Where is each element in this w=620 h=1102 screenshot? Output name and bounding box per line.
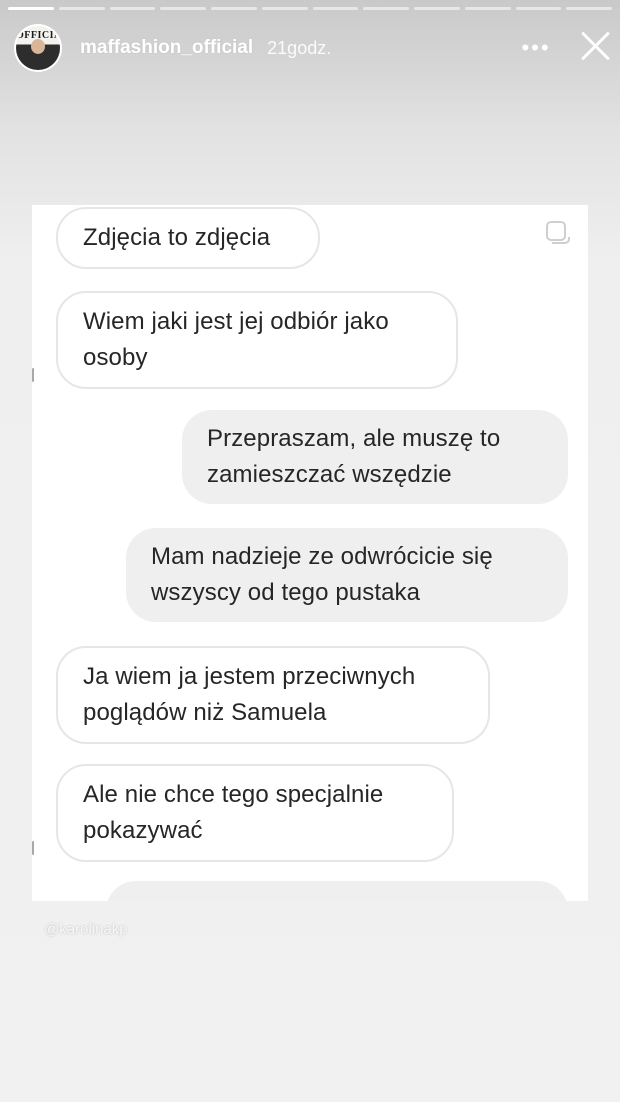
- message-bubble-received: Wiem jaki jest jej odbiór jako osoby: [56, 291, 458, 389]
- progress-segment: [211, 7, 257, 10]
- message-edge-marker: [32, 841, 35, 855]
- story-timestamp: 21godz.: [267, 37, 332, 58]
- watermark-username: @karolinakp: [44, 921, 128, 938]
- progress-segment: [566, 7, 612, 10]
- story-progress-bar: [8, 7, 612, 10]
- message-bubble-sent: [106, 881, 568, 901]
- progress-segment: [363, 7, 409, 10]
- message-bubble-received: Ale nie chce tego specjalnie pokazywać: [56, 764, 454, 862]
- avatar-image: OFFICIAL: [16, 26, 60, 70]
- close-icon[interactable]: [580, 30, 612, 62]
- message-edge-marker: [32, 368, 35, 382]
- message-bubble-sent: Przepraszam, ale muszę to zamieszczać ws…: [182, 410, 568, 504]
- progress-segment: [261, 7, 308, 10]
- username[interactable]: maffashion_official: [80, 37, 253, 59]
- avatar-face: [31, 39, 45, 54]
- message-bubble-received: Ja wiem ja jestem przeciwnych poglądów n…: [56, 646, 490, 744]
- message-bubble-sent: Mam nadzieje ze odwrócicie się wszyscy o…: [126, 528, 568, 622]
- progress-segment: [312, 7, 359, 10]
- progress-segment: [8, 7, 54, 10]
- chat-screenshot: Zdjęcia to zdjęcia Wiem jaki jest jej od…: [32, 205, 588, 901]
- progress-segment: [464, 7, 511, 10]
- more-options-icon[interactable]: •••: [519, 36, 553, 60]
- progress-segment: [414, 7, 460, 10]
- story-header: OFFICIAL maffashion_official 21godz. •••: [14, 22, 612, 74]
- progress-segment: [58, 7, 105, 10]
- copy-icon: [546, 221, 570, 244]
- progress-segment: [515, 7, 562, 10]
- progress-segment: [109, 7, 156, 10]
- avatar[interactable]: OFFICIAL: [14, 24, 62, 72]
- progress-segment: [160, 7, 206, 10]
- message-bubble-received: Zdjęcia to zdjęcia: [56, 207, 320, 269]
